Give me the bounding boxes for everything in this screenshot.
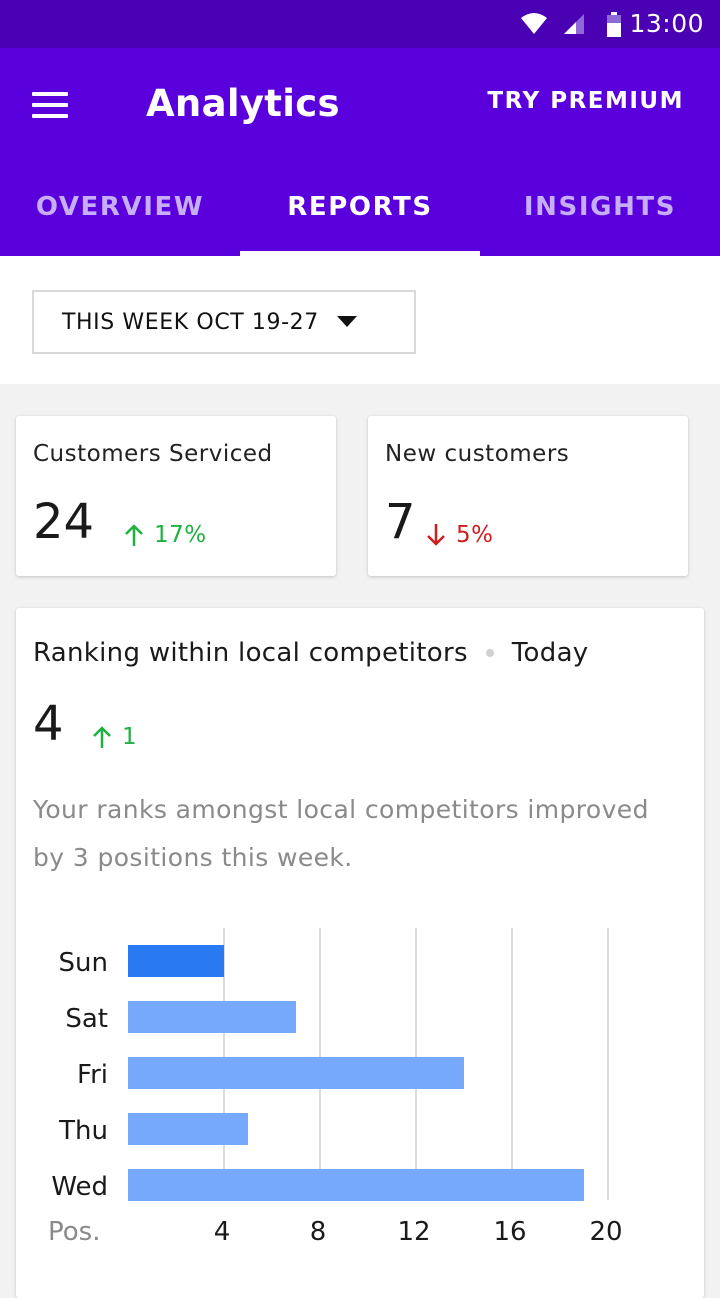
ranking-period: Today [511,638,589,668]
tick-label: 4 [214,1217,231,1247]
x-axis-label: Pos. [48,1217,100,1247]
date-range-label: THIS WEEK OCT 19-27 [62,309,319,335]
trend-indicator: 17% [124,522,207,548]
tick-label: 8 [310,1217,327,1247]
tab-overview[interactable]: OVERVIEW [0,178,240,256]
ranking-bar-chart: Sun Sat Fri Thu Wed 4 8 12 16 20 Pos. [48,928,623,1247]
app-bar: Analytics TRY PREMIUM OVERVIEW REPORTS I… [0,48,720,256]
chart-bar [128,945,224,977]
tick-label: 16 [493,1217,526,1247]
category-label: Thu [58,1116,108,1146]
battery-icon [607,12,621,37]
chart-bar [128,1113,248,1145]
separator-dot [485,649,494,657]
ranking-header: Ranking within local competitors Today [33,638,589,668]
tab-bar: OVERVIEW REPORTS INSIGHTS [0,178,720,256]
trend-value: 1 [122,724,138,750]
cell-signal-icon [564,14,584,34]
trend-indicator: 5% [426,522,494,548]
tick-label: 20 [589,1217,622,1247]
tab-insights[interactable]: INSIGHTS [480,178,720,256]
clock: 13:00 [629,9,704,38]
page-title: Analytics [146,82,340,125]
arrow-up-icon [125,524,143,546]
chart-bar [128,1169,584,1201]
chart-bar [128,1001,296,1033]
chart-bar [128,1057,464,1089]
tick-label: 12 [397,1217,430,1247]
customers-serviced-card[interactable]: Customers Serviced 24 17% [16,416,336,576]
caret-down-icon [336,316,357,327]
tab-reports[interactable]: REPORTS [240,178,480,256]
new-customers-card[interactable]: New customers 7 5% [368,416,688,576]
category-label: Fri [77,1060,108,1090]
ranking-description: Your ranks amongst local competitors imp… [33,795,649,872]
trend-value: 17% [154,522,207,548]
stat-value: 24 [33,494,95,550]
wifi-icon [521,13,547,34]
trend-value: 5% [456,522,494,548]
menu-icon[interactable] [32,92,68,120]
filter-bar: THIS WEEK OCT 19-27 [0,256,720,384]
ranking-value: 4 [33,696,64,752]
ranking-title: Ranking within local competitors [33,638,468,668]
card-label: New customers [385,441,570,467]
arrow-up-icon [93,726,111,748]
date-range-dropdown[interactable]: THIS WEEK OCT 19-27 [32,290,416,354]
category-label: Wed [51,1172,108,1202]
ranking-card: Ranking within local competitors Today 4… [16,608,704,1298]
category-label: Sun [59,948,108,978]
stat-value: 7 [385,494,416,550]
status-bar: 13:00 [0,0,720,48]
card-label: Customers Serviced [33,441,273,467]
arrow-down-icon [427,524,445,546]
try-premium-button[interactable]: TRY PREMIUM [487,88,684,114]
ranking-trend: 1 [92,724,137,750]
category-label: Sat [65,1004,108,1034]
